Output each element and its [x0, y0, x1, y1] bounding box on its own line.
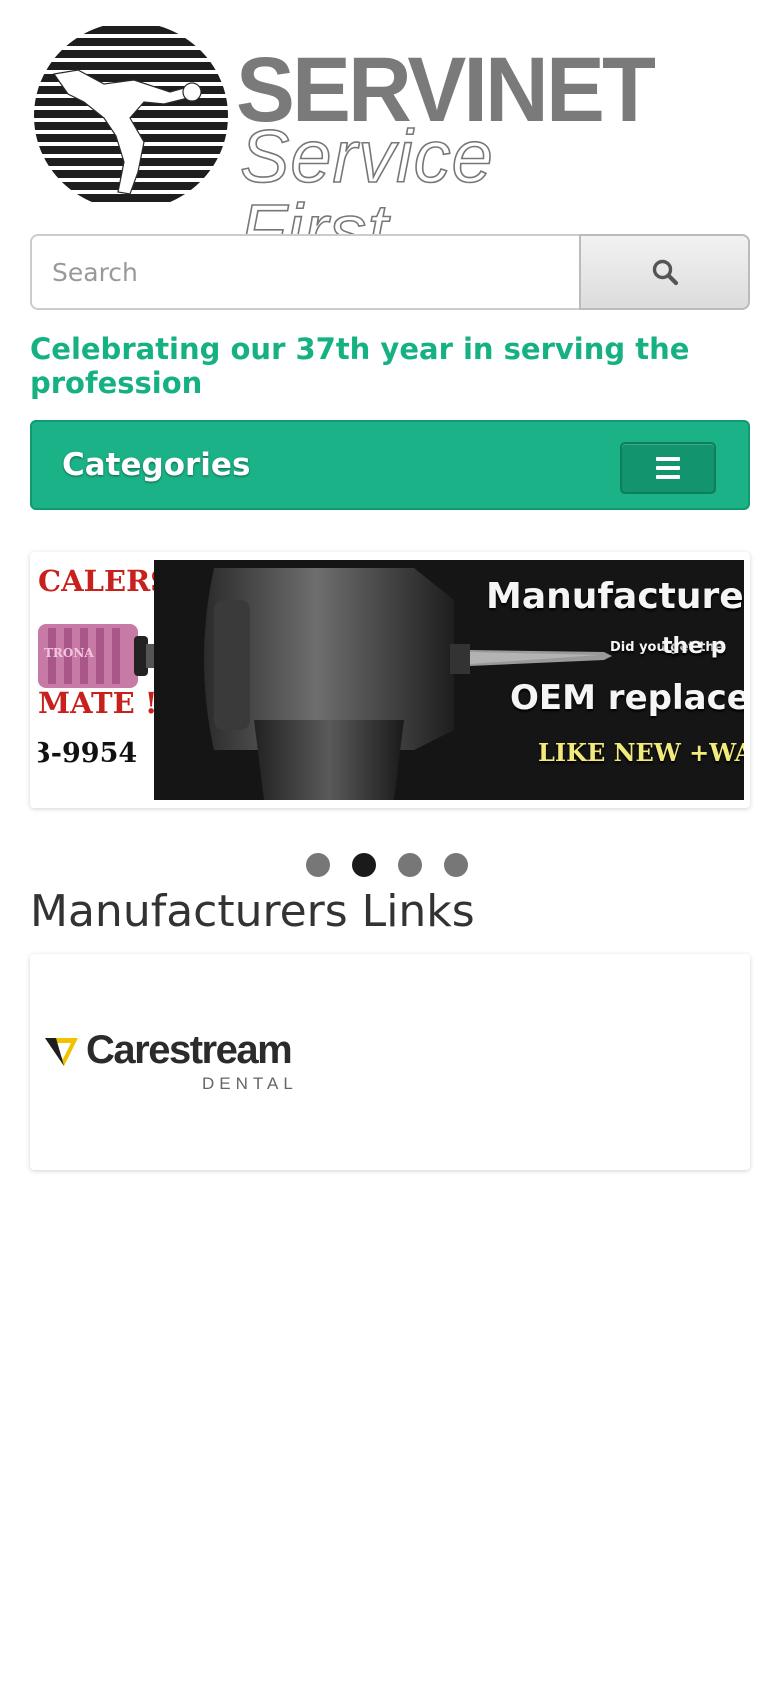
carousel-indicators: [306, 853, 468, 877]
manufacturer-name: Carestream: [86, 1028, 293, 1072]
manufacturers-title: Manufacturers Links: [30, 886, 475, 937]
categories-menu-toggle[interactable]: [620, 442, 716, 494]
slide-headline: Manufacturer-au: [486, 576, 744, 617]
site-logo[interactable]: SERVINET Service First: [30, 20, 656, 268]
search-form: [30, 234, 750, 314]
manufacturer-subtitle: DENTAL: [202, 1074, 298, 1093]
categories-bar: Categories: [30, 420, 750, 510]
slide-prev-text-2: TRONA: [44, 646, 94, 660]
hamburger-menu-icon: [656, 466, 680, 470]
search-button[interactable]: [579, 234, 750, 310]
hamburger-menu-icon: [656, 457, 680, 461]
slide-prev-text-4: 3-9954: [38, 738, 138, 769]
banner-carousel[interactable]: CALERS TRONA MATE !! 3-9954 Manufacture …: [30, 552, 750, 808]
carousel-slide-previous: CALERS TRONA MATE !! 3-9954: [38, 560, 160, 800]
slide-prev-text-3: MATE !!: [38, 686, 160, 720]
manufacturers-card: Carestream DENTAL: [30, 954, 750, 1170]
search-input[interactable]: [30, 234, 579, 310]
logo-emblem-icon: [34, 22, 228, 210]
carousel-slide-current: Manufacturer-au Did you get the the p OE…: [154, 560, 744, 800]
slide-oem-text: OEM replaceme: [510, 678, 744, 718]
search-icon: [652, 259, 678, 286]
carestream-logo-icon: [45, 1038, 78, 1066]
slide-warranty-text: LIKE NEW +WAR: [538, 738, 744, 767]
categories-title: Categories: [62, 447, 251, 483]
carousel-dot-4[interactable]: [444, 853, 468, 877]
anniversary-banner-text: Celebrating our 37th year in serving the…: [30, 332, 690, 400]
carousel-dot-3[interactable]: [398, 853, 422, 877]
slide-prev-text-1: CALERS: [38, 564, 160, 598]
hamburger-menu-icon: [656, 475, 680, 479]
carestream-logo-link[interactable]: Carestream DENTAL: [42, 1028, 322, 1096]
page: SERVINET Service First Celebrating our 3…: [0, 0, 780, 1688]
carousel-dot-1[interactable]: [306, 853, 330, 877]
carousel-dot-2[interactable]: [352, 853, 376, 877]
slide-question-tail: the p: [662, 634, 727, 659]
